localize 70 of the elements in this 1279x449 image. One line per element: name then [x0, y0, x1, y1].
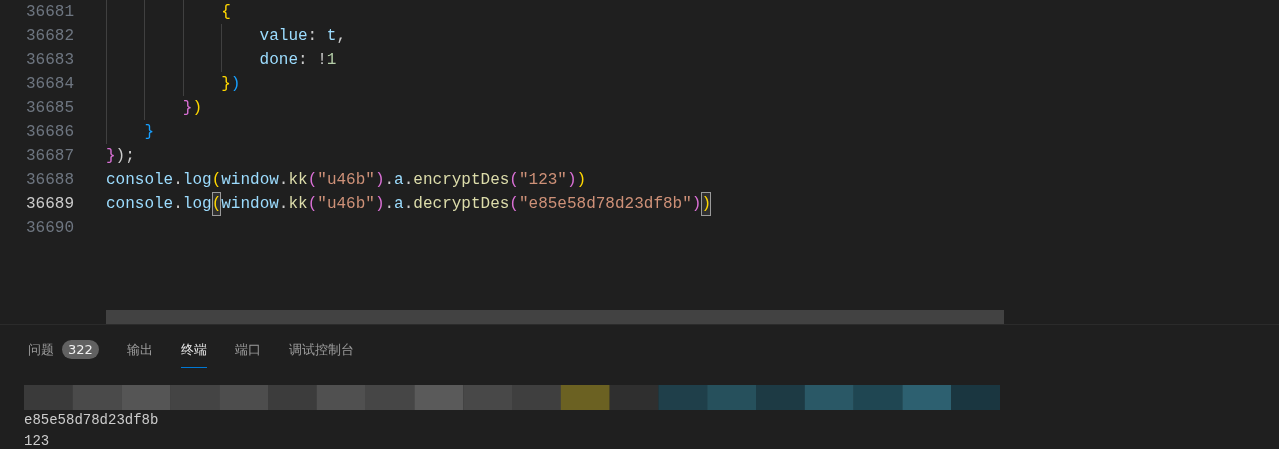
- code-token: ): [230, 74, 241, 95]
- code-token: 1: [326, 50, 337, 71]
- code-token: value: [259, 26, 308, 47]
- code-token: {: [221, 2, 231, 23]
- code-token: ): [192, 98, 202, 119]
- terminal-output: 123: [24, 432, 51, 449]
- code-token: .: [278, 170, 289, 191]
- code-token: encryptDes: [413, 170, 510, 191]
- code-token: .: [278, 194, 289, 215]
- terminal-output: e85e58d78d23df8b: [24, 411, 160, 430]
- code-token: (: [307, 170, 318, 191]
- code-token: "u46b": [317, 194, 375, 215]
- code-token: .: [403, 170, 414, 191]
- line-number: 36690: [25, 218, 74, 239]
- count-badge: 322: [62, 340, 99, 359]
- code-token: a: [394, 170, 404, 191]
- code-token: .: [173, 170, 183, 191]
- code-token: log: [182, 194, 212, 215]
- code-token: : !: [298, 50, 327, 71]
- panel-tab[interactable]: 调试控制台: [288, 334, 354, 368]
- code-token: ): [566, 170, 577, 191]
- panel-tab[interactable]: 输出: [126, 334, 153, 368]
- code-token: console: [106, 170, 174, 191]
- panel-tab[interactable]: 问题 322: [28, 334, 99, 368]
- code-token: (: [211, 192, 222, 216]
- panel-tab[interactable]: 端口: [234, 334, 261, 368]
- code-token: ): [691, 194, 702, 215]
- code-token: window: [221, 194, 279, 215]
- line-number: 36689: [25, 194, 74, 215]
- code-token: }: [182, 98, 193, 119]
- line-number: 36684: [25, 74, 74, 95]
- line-number: 36685: [25, 98, 74, 119]
- code-token: ,: [336, 26, 347, 47]
- code-token: );: [115, 146, 135, 167]
- code-token: window: [221, 170, 279, 191]
- code-token: }: [221, 74, 231, 95]
- code-token: console: [106, 194, 174, 215]
- code-token: done: [259, 50, 298, 71]
- code-token: :: [307, 26, 318, 47]
- code-token: "u46b": [317, 170, 375, 191]
- code-token: (: [211, 170, 222, 191]
- code-token: t: [325, 26, 337, 47]
- line-number: 36681: [25, 2, 74, 23]
- code-token: kk: [288, 170, 308, 191]
- code-token: kk: [288, 194, 308, 215]
- code-token: "123": [518, 170, 567, 191]
- line-number: 36687: [25, 146, 74, 167]
- code-token: (: [307, 194, 318, 215]
- code-token: (: [509, 170, 519, 191]
- code-token: .: [384, 194, 395, 215]
- code-token: a: [394, 194, 404, 215]
- code-token: ): [374, 194, 385, 215]
- code-token: ): [374, 170, 385, 191]
- code-token: .: [403, 194, 414, 215]
- code-token: log: [182, 170, 212, 191]
- code-token: .: [173, 194, 183, 215]
- code-token: ): [576, 170, 587, 191]
- line-number: 36686: [25, 122, 74, 143]
- code-token: .: [384, 170, 395, 191]
- line-number: 36688: [25, 170, 74, 191]
- line-number: 36682: [25, 26, 74, 47]
- horizontal-scrollbar[interactable]: [106, 310, 1004, 324]
- code-token: }: [106, 146, 116, 167]
- code-token: "e85e58d78d23df8b": [518, 194, 692, 215]
- code-token: (: [509, 194, 519, 215]
- line-number: 36683: [25, 50, 74, 71]
- code-token: ): [701, 192, 711, 216]
- panel-tab[interactable]: 终端: [180, 334, 207, 368]
- code-token: decryptDes: [413, 194, 510, 215]
- code-token: }: [144, 122, 154, 143]
